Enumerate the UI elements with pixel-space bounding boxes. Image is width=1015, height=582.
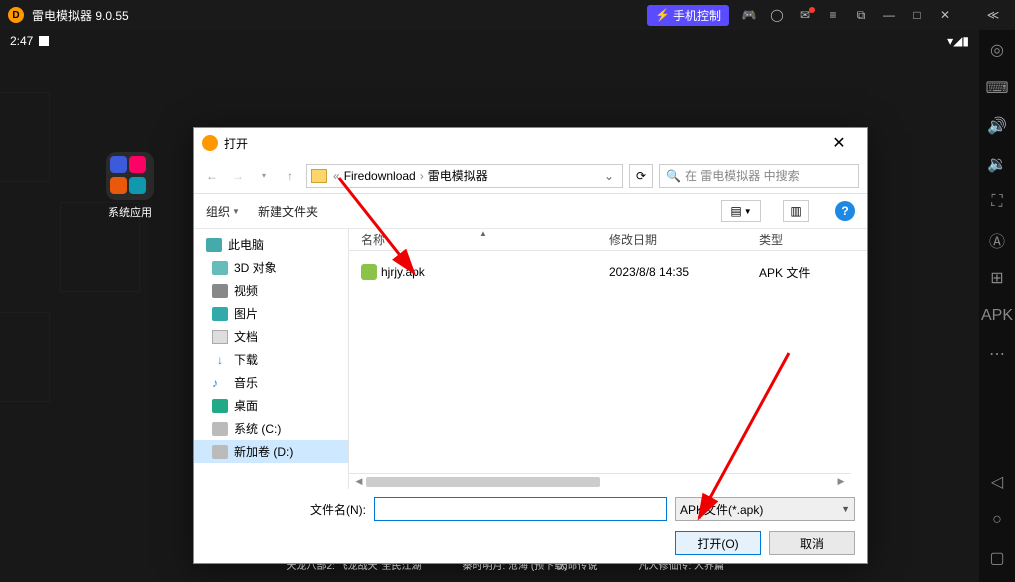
side-documents[interactable]: 文档 bbox=[194, 325, 348, 348]
breadcrumb[interactable]: Firedownload bbox=[340, 169, 420, 183]
keyboard-icon[interactable]: ⌨ bbox=[985, 76, 1009, 100]
organize-button[interactable]: 组织▼ bbox=[206, 203, 240, 220]
fullscreen-icon[interactable]: ⛶ bbox=[985, 190, 1009, 214]
file-open-dialog: 打开 ✕ ← → ▾ ↑ « Firedownload › 雷电模拟器 ⌄ bbox=[193, 127, 868, 564]
screenshot-icon[interactable]: ⊞ bbox=[985, 266, 1009, 290]
preview-pane-button[interactable]: ▥ bbox=[783, 200, 809, 222]
notification-dot bbox=[809, 7, 815, 13]
filename-input[interactable] bbox=[374, 497, 667, 521]
android-home-icon[interactable]: ○ bbox=[985, 508, 1009, 532]
col-date-header[interactable]: 修改日期 bbox=[609, 231, 759, 248]
column-headers: ▲名称 修改日期 类型 bbox=[349, 229, 867, 251]
file-name: hjrjy.apk bbox=[381, 265, 425, 279]
app-title: 雷电模拟器 9.0.55 bbox=[32, 7, 129, 24]
nav-back-icon[interactable]: ← bbox=[202, 166, 222, 186]
menu-icon[interactable]: ≡ bbox=[819, 3, 847, 27]
refresh-button[interactable]: ⟳ bbox=[629, 164, 653, 188]
more-icon[interactable]: ⋯ bbox=[985, 342, 1009, 366]
filetype-dropdown[interactable]: APK文件(*.apk)▼ bbox=[675, 497, 855, 521]
android-status-bar: 2:47 ▾◢▮ bbox=[0, 30, 979, 52]
path-dropdown-icon[interactable]: ⌄ bbox=[600, 169, 618, 183]
col-name-header[interactable]: ▲名称 bbox=[349, 231, 609, 248]
system-apps-label: 系统应用 bbox=[100, 204, 160, 220]
nav-forward-icon[interactable]: → bbox=[228, 166, 248, 186]
android-recent-icon[interactable]: ▢ bbox=[985, 546, 1009, 570]
new-folder-button[interactable]: 新建文件夹 bbox=[258, 203, 318, 220]
phone-control-button[interactable]: ⚡手机控制 bbox=[647, 5, 729, 26]
search-icon: 🔍 bbox=[666, 169, 681, 183]
status-indicator bbox=[39, 36, 49, 46]
multi-window-icon[interactable]: ⧉ bbox=[847, 3, 875, 27]
cancel-button[interactable]: 取消 bbox=[769, 531, 855, 555]
file-row[interactable]: hjrjy.apk 2023/8/8 14:35 APK 文件 bbox=[349, 261, 867, 283]
account-icon[interactable]: ◯ bbox=[763, 3, 791, 27]
rotate-icon[interactable]: Ⓐ bbox=[985, 228, 1009, 252]
help-icon[interactable]: ? bbox=[835, 201, 855, 221]
nav-up-icon[interactable]: ↑ bbox=[280, 166, 300, 186]
file-type: APK 文件 bbox=[759, 264, 867, 281]
side-this-pc[interactable]: 此电脑 bbox=[194, 233, 348, 256]
file-date: 2023/8/8 14:35 bbox=[609, 265, 759, 279]
android-back-icon[interactable]: ◁ bbox=[985, 470, 1009, 494]
side-drive-d[interactable]: 新加卷 (D:) bbox=[194, 440, 348, 463]
emulator-screen: 2:47 ▾◢▮ 系统应用 bbox=[0, 30, 979, 582]
col-type-header[interactable]: 类型 bbox=[759, 231, 867, 248]
dialog-title: 打开 bbox=[224, 135, 248, 152]
phone-control-label: 手机控制 bbox=[673, 7, 721, 24]
app-logo-icon: D bbox=[8, 7, 24, 23]
side-pictures[interactable]: 图片 bbox=[194, 302, 348, 325]
open-button[interactable]: 打开(O) bbox=[675, 531, 761, 555]
apk-file-icon bbox=[361, 264, 377, 280]
emulator-toolbar: ◎ ⌨ 🔊 🔉 ⛶ Ⓐ ⊞ APK ⋯ ◁ ○ ▢ bbox=[979, 30, 1015, 582]
address-bar[interactable]: « Firedownload › 雷电模拟器 ⌄ bbox=[306, 164, 623, 188]
maximize-icon[interactable]: □ bbox=[903, 3, 931, 27]
side-videos[interactable]: 视频 bbox=[194, 279, 348, 302]
folder-icon bbox=[311, 169, 327, 183]
filename-label: 文件名(N): bbox=[206, 501, 366, 518]
install-apk-icon[interactable]: APK bbox=[985, 304, 1009, 328]
search-input[interactable]: 🔍 在 雷电模拟器 中搜索 bbox=[659, 164, 859, 188]
status-time: 2:47 bbox=[10, 34, 33, 48]
folder-tree: 此电脑 3D 对象 视频 图片 文档 ↓下载 ♪音乐 桌面 系统 (C:) 新加… bbox=[194, 229, 349, 489]
breadcrumb[interactable]: 雷电模拟器 bbox=[424, 167, 492, 184]
side-3d-objects[interactable]: 3D 对象 bbox=[194, 256, 348, 279]
side-music[interactable]: ♪音乐 bbox=[194, 371, 348, 394]
close-icon[interactable]: ✕ bbox=[931, 3, 959, 27]
side-drive-c[interactable]: 系统 (C:) bbox=[194, 417, 348, 440]
gamepad-icon[interactable]: 🎮 bbox=[735, 3, 763, 27]
dialog-close-button[interactable]: ✕ bbox=[819, 128, 859, 158]
nav-recent-icon[interactable]: ▾ bbox=[254, 166, 274, 186]
volume-up-icon[interactable]: 🔊 bbox=[985, 114, 1009, 138]
side-downloads[interactable]: ↓下载 bbox=[194, 348, 348, 371]
volume-down-icon[interactable]: 🔉 bbox=[985, 152, 1009, 176]
wifi-icon: ▾◢▮ bbox=[947, 34, 969, 48]
horizontal-scrollbar[interactable]: ◀ ▶ bbox=[349, 473, 851, 489]
minimize-icon[interactable]: — bbox=[875, 3, 903, 27]
bolt-icon: ⚡ bbox=[655, 8, 670, 22]
locate-icon[interactable]: ◎ bbox=[985, 38, 1009, 62]
system-apps-icon[interactable]: 系统应用 bbox=[100, 152, 160, 220]
collapse-sidebar-icon[interactable]: ≪ bbox=[979, 3, 1007, 27]
emulator-titlebar: D 雷电模拟器 9.0.55 ⚡手机控制 🎮 ◯ ✉ ≡ ⧉ — □ ✕ ≪ bbox=[0, 0, 1015, 30]
search-placeholder: 在 雷电模拟器 中搜索 bbox=[685, 167, 800, 184]
dialog-logo-icon bbox=[202, 135, 218, 151]
mail-icon[interactable]: ✉ bbox=[791, 3, 819, 27]
view-mode-button[interactable]: ▤ ▼ bbox=[721, 200, 761, 222]
side-desktop[interactable]: 桌面 bbox=[194, 394, 348, 417]
